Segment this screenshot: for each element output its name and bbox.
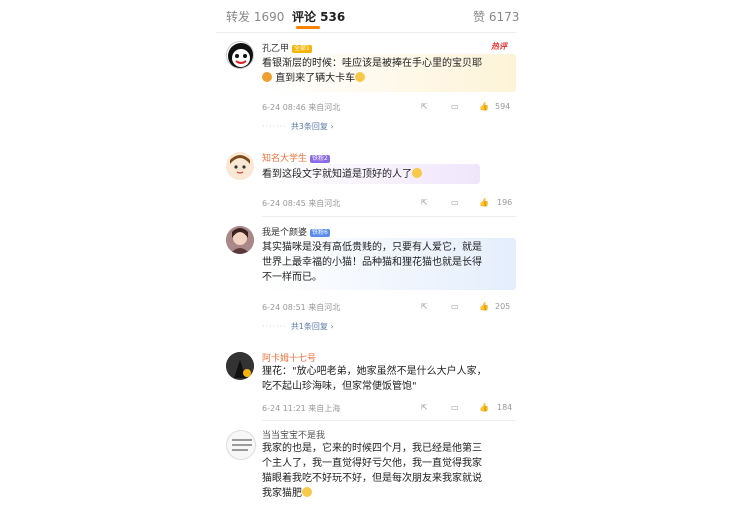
username[interactable]: 当当宝宝不是我 xyxy=(262,428,325,441)
tab-comments[interactable]: 评论 536 xyxy=(292,8,345,25)
like-icon[interactable]: 👍 xyxy=(479,102,489,111)
view-replies-link[interactable]: ······· 共3条回复 › xyxy=(262,121,334,132)
fan-badge: 铁粉6 xyxy=(310,229,330,237)
fan-badge: 铁粉2 xyxy=(310,155,330,163)
comment-text: 其实猫咪是没有高低贵贱的，只要有人爱它，就是 世界上最幸福的小猫！品种猫和狸花猫… xyxy=(262,240,514,285)
like-icon[interactable]: 👍 xyxy=(479,198,489,207)
comment-text: 狸花："放心吧老弟，她家虽然不是什么大户人家， 吃不起山珍海味，但家常便饭管饱" xyxy=(262,364,514,394)
comment-meta: 6-24 08:51 来自河北 xyxy=(262,303,341,312)
comment-item: 孔乙甲 全部1 热评 看银渐层的时候：哇应该是被捧在手心里的宝贝耶 直到来了辆大卡… xyxy=(216,38,516,138)
username-text: 我是个颜婆 xyxy=(262,228,308,238)
comment-item: 当当宝宝不是我 我家的也是，它来的时候四个月，我已经是他第三 个主人了，我一直觉… xyxy=(216,426,516,510)
view-replies-link[interactable]: ······· 共1条回复 › xyxy=(262,321,334,332)
share-icon[interactable]: ⇱ xyxy=(421,198,428,207)
username-text: 知名大学生 xyxy=(262,154,308,164)
comment-line: 猫眼着我吃不好玩不好，但是每次朋友来我家就说 xyxy=(262,473,482,484)
reply-icon[interactable]: ▭ xyxy=(451,302,459,311)
tab-bar: 转发 1690 评论 536 赞 6173 xyxy=(216,0,519,32)
share-icon[interactable]: ⇱ xyxy=(421,302,428,311)
comment-line: 我家的也是，它来的时候四个月，我已经是他第三 xyxy=(262,443,482,454)
comment-text: 看到这段文字就知道是顶好的人了 xyxy=(262,167,514,182)
username[interactable]: 孔乙甲 全部1 xyxy=(262,41,312,54)
comment-text: 看银渐层的时候：哇应该是被捧在手心里的宝贝耶 直到来了辆大卡车 xyxy=(262,56,514,86)
like-icon[interactable]: 👍 xyxy=(479,302,489,311)
avatar[interactable] xyxy=(226,430,256,460)
avatar[interactable] xyxy=(226,152,254,180)
comment-line: 看银渐层的时候：哇应该是被捧在手心里的宝贝耶 xyxy=(262,58,482,69)
username-text: 阿卡姆十七号 xyxy=(262,354,317,364)
comment-line: 我家猫肥 xyxy=(262,488,302,499)
comment-line: 吃不起山珍海味，但家常便饭管饱" xyxy=(262,381,417,392)
comment-line: 世界上最幸福的小猫！品种猫和狸花猫也就是长得 xyxy=(262,257,482,268)
divider xyxy=(262,216,516,217)
active-tab-indicator xyxy=(296,26,320,29)
share-icon[interactable]: ⇱ xyxy=(421,403,428,412)
emoji-icon xyxy=(302,487,312,497)
username[interactable]: 知名大学生 铁粉2 xyxy=(262,151,330,164)
divider xyxy=(262,420,516,421)
hot-comment-tag: 热评 xyxy=(491,42,507,51)
comment-line: 直到来了辆大卡车 xyxy=(275,73,356,84)
reply-icon[interactable]: ▭ xyxy=(451,403,459,412)
avatar[interactable] xyxy=(226,226,254,254)
comment-line: 狸花："放心吧老弟，她家虽然不是什么大户人家， xyxy=(262,366,487,377)
tab-likes[interactable]: 赞 6173 xyxy=(473,8,519,25)
replies-label: 共3条回复 › xyxy=(290,122,334,131)
tab-reposts[interactable]: 转发 1690 xyxy=(226,8,284,25)
comment-meta: 6-24 11:21 来自上海 xyxy=(262,404,341,413)
comment-text: 我家的也是，它来的时候四个月，我已经是他第三 个主人了，我一直觉得好亏欠他，我一… xyxy=(262,441,514,501)
avatar[interactable] xyxy=(226,352,254,380)
like-count: 184 xyxy=(497,403,513,412)
emoji-icon xyxy=(262,72,272,82)
comment-page: 转发 1690 评论 536 赞 6173 孔乙甲 全部1 热评 看银渐层的时候：… xyxy=(0,0,743,510)
like-count: 594 xyxy=(495,102,511,111)
comment-meta: 6-24 08:46 来自河北 xyxy=(262,103,341,112)
like-count: 205 xyxy=(495,302,511,311)
username[interactable]: 阿卡姆十七号 xyxy=(262,351,316,364)
comment-line: 不一样而已。 xyxy=(262,272,322,283)
share-icon[interactable]: ⇱ xyxy=(421,102,428,111)
comment-item: 我是个颜婆 铁粉6 其实猫咪是没有高低贵贱的，只要有人爱它，就是 世界上最幸福的小… xyxy=(216,222,516,340)
username-text: 当当宝宝不是我 xyxy=(262,431,326,441)
like-icon[interactable]: 👍 xyxy=(479,403,489,412)
comment-line: 看到这段文字就知道是顶好的人了 xyxy=(262,169,412,180)
reply-icon[interactable]: ▭ xyxy=(451,102,459,111)
emoji-icon xyxy=(412,168,422,178)
username-text: 孔乙甲 xyxy=(262,44,290,54)
replies-label: 共1条回复 › xyxy=(290,322,334,331)
reply-dots: ······· xyxy=(262,322,287,331)
comment-meta: 6-24 08:45 来自河北 xyxy=(262,199,341,208)
comment-line: 个主人了，我一直觉得好亏欠他，我一直觉得我家 xyxy=(262,458,482,469)
comment-item: 阿卡姆十七号 狸花："放心吧老弟，她家虽然不是什么大户人家， 吃不起山珍海味，但… xyxy=(216,348,516,421)
emoji-icon xyxy=(355,72,366,82)
comment-line: 其实猫咪是没有高低贵贱的，只要有人爱它，就是 xyxy=(262,242,482,253)
username[interactable]: 我是个颜婆 铁粉6 xyxy=(262,225,330,238)
avatar[interactable] xyxy=(226,41,254,69)
reply-dots: ······· xyxy=(262,122,287,131)
fan-badge: 全部1 xyxy=(292,45,312,53)
comment-item: 知名大学生 铁粉2 看到这段文字就知道是顶好的人了 6-24 08:45 来自河北… xyxy=(216,146,516,217)
like-count: 196 xyxy=(497,198,513,207)
reply-icon[interactable]: ▭ xyxy=(451,198,459,207)
tab-divider xyxy=(216,32,516,33)
